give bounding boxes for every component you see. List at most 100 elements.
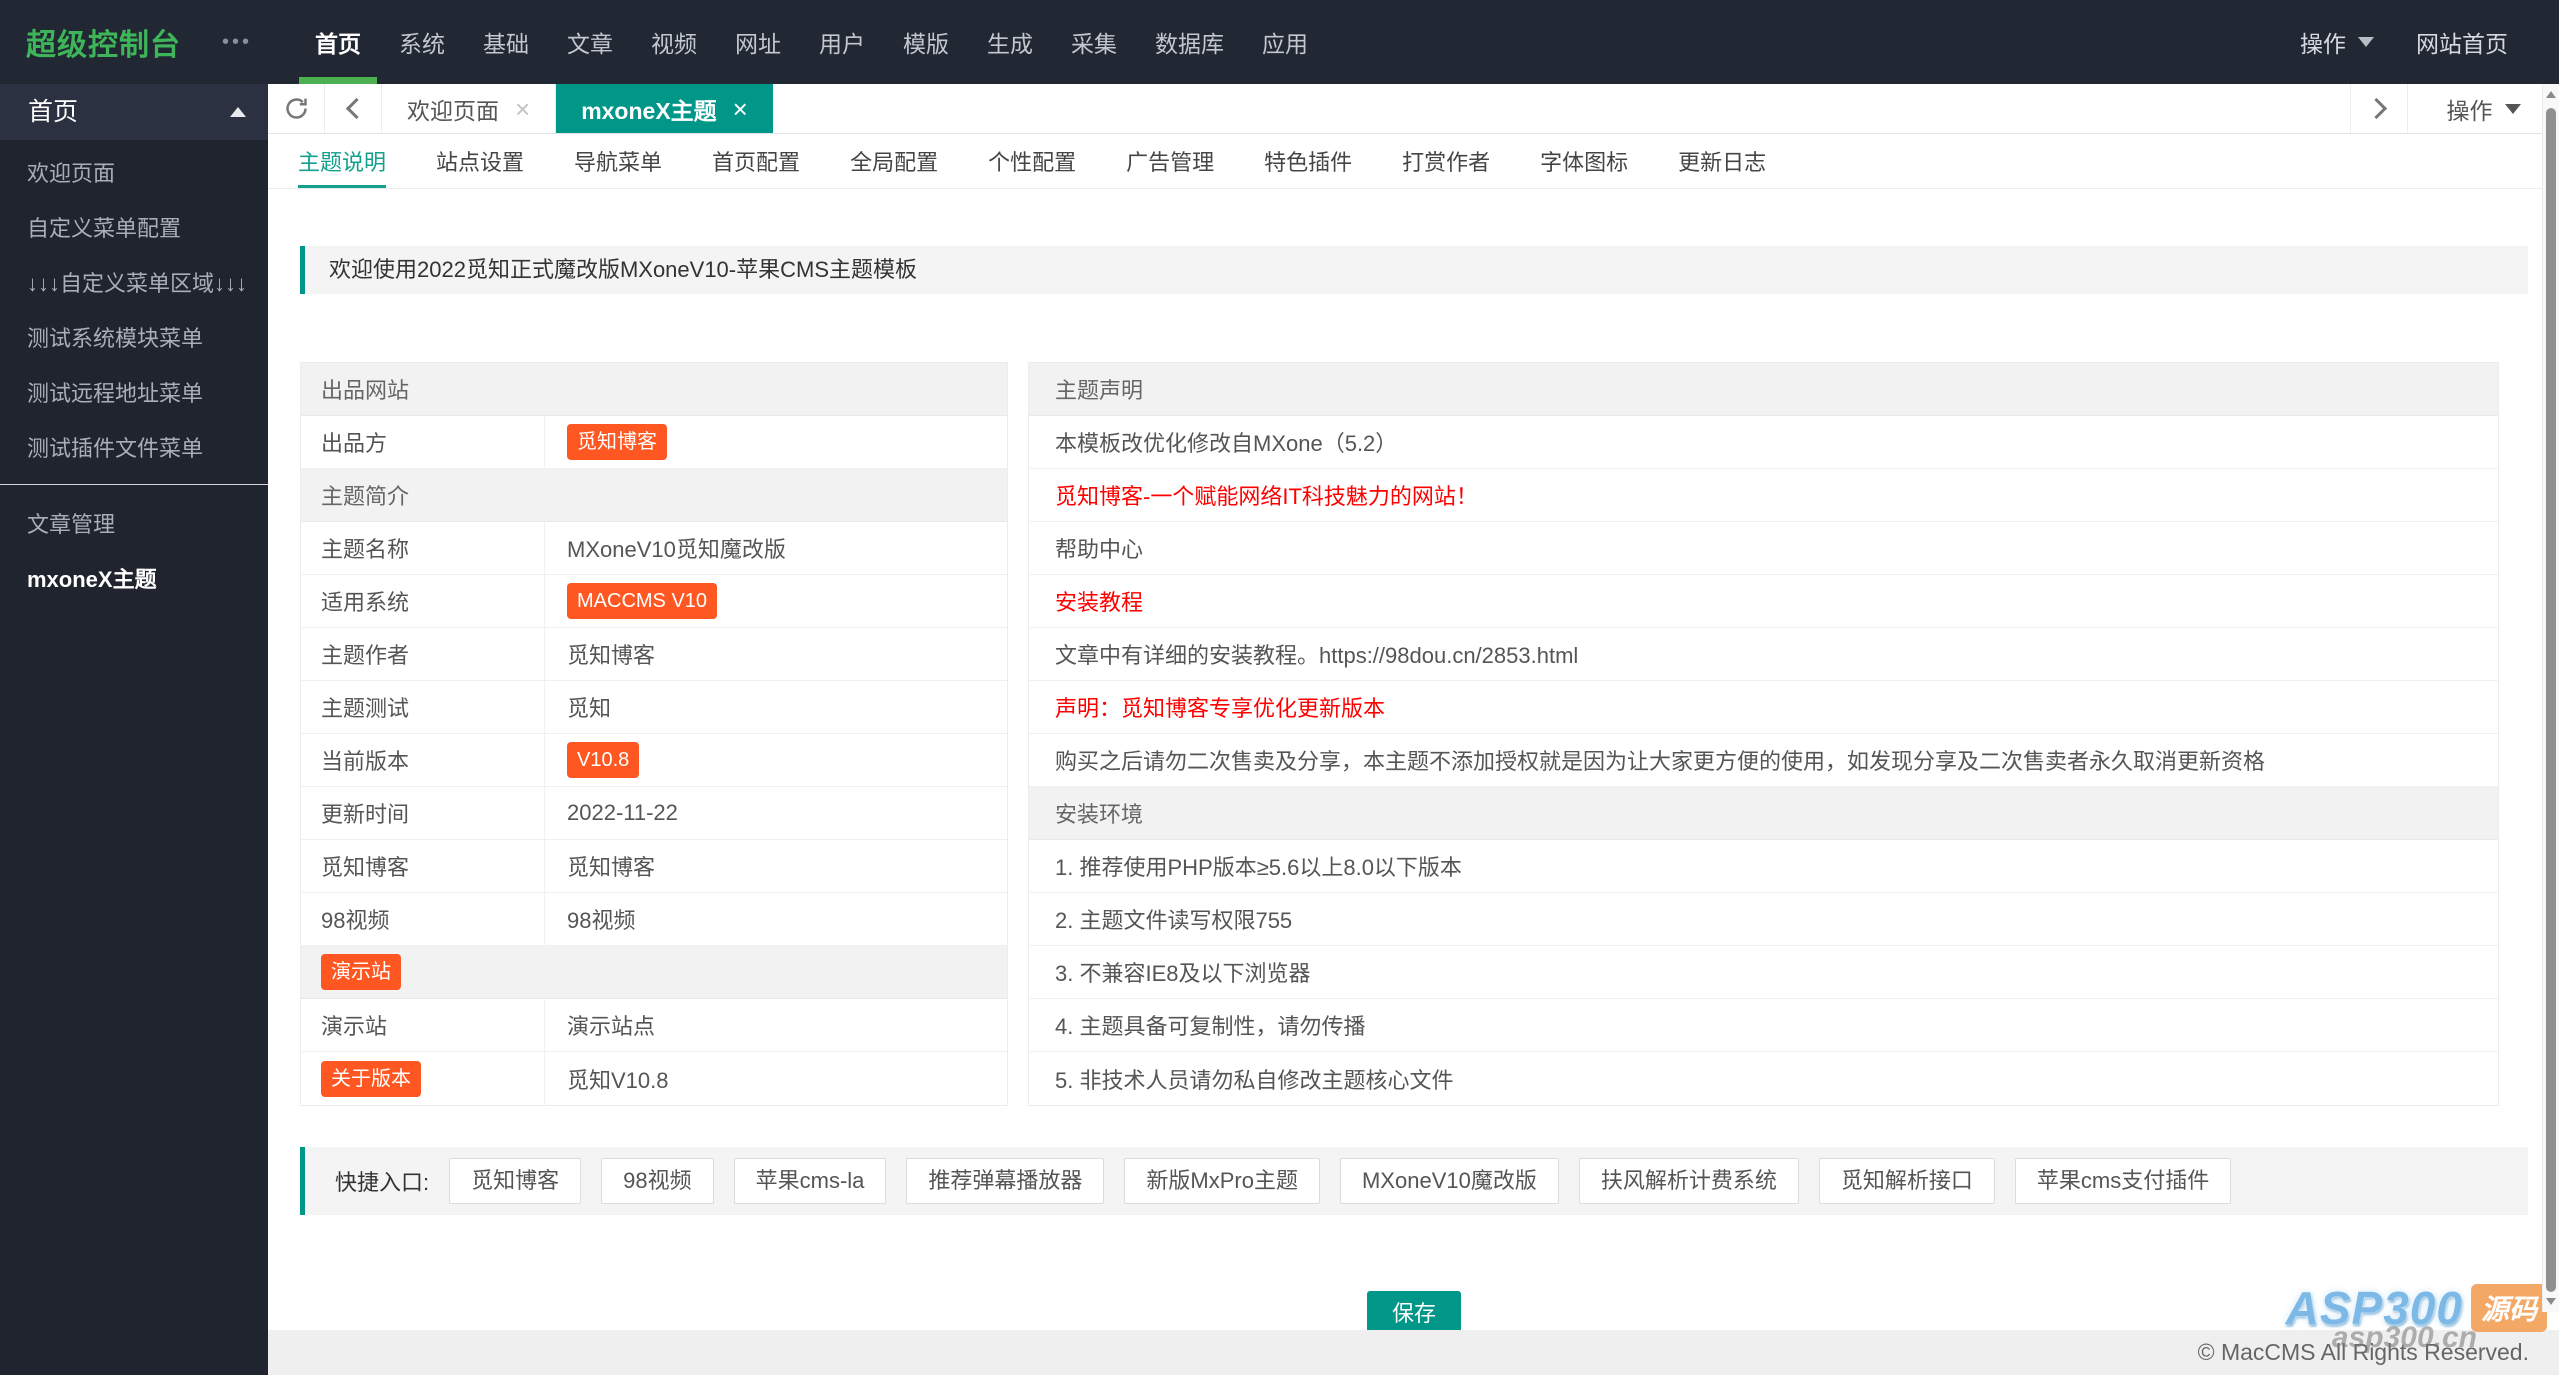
top-menu-item[interactable]: 模版 (884, 0, 968, 84)
sidebar-group-home[interactable]: 首页 (0, 84, 268, 140)
row-label-cell: 主题作者 (301, 628, 545, 680)
tab-label: mxoneX主题 (581, 97, 717, 124)
top-menu-item[interactable]: 基础 (464, 0, 548, 84)
sidebar-item[interactable]: 测试系统模块菜单 (0, 311, 268, 366)
top-menu-item[interactable]: 生成 (968, 0, 1052, 84)
quick-link-button[interactable]: 觅知博客 (449, 1158, 582, 1204)
row-value-cell: 觅知V10.8 (545, 1063, 1007, 1095)
top-menu-item[interactable]: 网址 (716, 0, 800, 84)
site-home-link[interactable]: 网站首页 (2416, 25, 2508, 59)
sidebar-item[interactable]: 测试插件文件菜单 (0, 421, 268, 476)
sidebar-item[interactable]: 欢迎页面 (0, 146, 268, 201)
table-row: 更新时间 2022-11-22 (301, 787, 1007, 840)
top-menu-item[interactable]: 首页 (296, 0, 380, 84)
row-label: 觅知博客 (321, 855, 410, 880)
value-badge: 觅知博客 (567, 424, 667, 460)
table-row: 觅知博客 觅知博客 (301, 840, 1007, 893)
row-value: 觅知博客 (567, 855, 656, 880)
quick-links-label: 快捷入口: (335, 1170, 430, 1195)
sidebar-group-title: 首页 (28, 98, 79, 126)
top-menu-item[interactable]: 系统 (380, 0, 464, 84)
table-row: 觅知博客-一个赋能网络IT科技魅力的网站！ (1029, 469, 2498, 522)
row-value-cell: 觅知博客 (545, 638, 1007, 670)
sidebar-item[interactable]: mxoneX主题 (0, 552, 268, 607)
quick-link-button[interactable]: 新版MxPro主题 (1124, 1158, 1320, 1204)
table-row: 帮助中心 (1029, 522, 2498, 575)
table-row: 安装教程 (1029, 575, 2498, 628)
tab-欢迎页面[interactable]: 欢迎页面 × (382, 84, 557, 133)
row-label-cell: 出品方 (301, 416, 545, 468)
table-section-row: 主题简介 (301, 469, 1007, 522)
table-row: 适用系统 MACCMS V10 (301, 575, 1007, 628)
subtab-item[interactable]: 特色插件 (1264, 134, 1352, 188)
sidebar-item[interactable]: 自定义菜单配置 (0, 201, 268, 256)
sidebar-item[interactable]: 测试远程地址菜单 (0, 366, 268, 421)
tab-close-icon[interactable]: × (515, 96, 530, 122)
row-label: 演示站 (321, 1014, 388, 1039)
row-label: 主题作者 (321, 643, 410, 668)
quick-link-button[interactable]: 觅知解析接口 (1818, 1158, 1995, 1204)
topbar-action-dropdown[interactable]: 操作 (2300, 25, 2374, 59)
top-menu-item[interactable]: 用户 (800, 0, 884, 84)
value-badge: V10.8 (567, 742, 640, 778)
sidebar-item[interactable]: ↓↓↓自定义菜单区域↓↓↓ (0, 256, 268, 311)
vertical-scrollbar[interactable] (2542, 84, 2559, 1312)
table-row: 当前版本 V10.8 (301, 734, 1007, 787)
refresh-button[interactable] (268, 84, 325, 133)
subtab-item[interactable]: 导航菜单 (574, 134, 662, 188)
top-menu-item[interactable]: 应用 (1243, 0, 1327, 84)
chevron-up-icon (230, 107, 246, 117)
tabbar-spacer (773, 84, 2350, 133)
subtab-item[interactable]: 更新日志 (1678, 134, 1766, 188)
subtab-item[interactable]: 首页配置 (712, 134, 800, 188)
row-value: 觅知 (567, 696, 612, 721)
tab-close-icon[interactable]: × (733, 96, 748, 122)
row-label: 98视频 (321, 908, 390, 933)
row-value-cell: 觅知博客 (545, 850, 1007, 882)
subtab-item[interactable]: 主题说明 (298, 134, 387, 188)
table-row: 主题测试 觅知 (301, 681, 1007, 734)
quick-link-button[interactable]: MXoneV10魔改版 (1339, 1158, 1559, 1204)
quick-link-button[interactable]: 苹果cms-la (733, 1158, 887, 1204)
row-label: 主题测试 (321, 696, 410, 721)
sidebar-collapse-icon[interactable]: ••• (222, 31, 268, 54)
quick-link-button[interactable]: 98视频 (601, 1158, 714, 1204)
subtab-item[interactable]: 打赏作者 (1402, 134, 1490, 188)
sidebar-item[interactable]: 文章管理 (0, 497, 268, 552)
quick-link-button[interactable]: 苹果cms支付插件 (2014, 1158, 2232, 1204)
subtab-item[interactable]: 站点设置 (436, 134, 524, 188)
theme-subtabs: 主题说明 站点设置 导航菜单 首页配置 全局配置 个性配置 广告管理 特色插件 打赏作者 字体图标… (268, 134, 2559, 189)
tabs-scroll-right-button[interactable] (2350, 84, 2407, 133)
subtab-item[interactable]: 个性配置 (988, 134, 1076, 188)
scrollbar-down-button[interactable] (2543, 1293, 2559, 1310)
top-menu-item[interactable]: 文章 (548, 0, 632, 84)
top-menu-item[interactable]: 采集 (1052, 0, 1136, 84)
subtab-item[interactable]: 全局配置 (850, 134, 938, 188)
page-content: 欢迎使用2022觅知正式魔改版MXoneV10-苹果CMS主题模板 出品网站 出品… (268, 189, 2559, 1337)
subtab-item[interactable]: 广告管理 (1126, 134, 1214, 188)
scroll-up-icon (2546, 91, 2556, 98)
tabs-scroll-left-button[interactable] (325, 84, 382, 133)
top-menu-item[interactable]: 视频 (632, 0, 716, 84)
table-row: 5. 非技术人员请勿私自修改主题核心文件 (1055, 1067, 1454, 1093)
row-label-cell: 适用系统 (301, 575, 545, 627)
theme-info-table: 出品网站 出品方 觅知博客 主题简介 主题名称 MXoneV10觅知魔改版 适用系统 MACC… (300, 362, 1008, 1106)
top-menu-item[interactable]: 数据库 (1136, 0, 1243, 84)
row-value: 觅知V10.8 (567, 1067, 669, 1093)
app-logo: 超级控制台 (26, 29, 181, 62)
row-value-cell: MACCMS V10 (545, 583, 1007, 619)
subtab-item[interactable]: 字体图标 (1540, 134, 1628, 188)
chevron-down-icon (2358, 37, 2374, 47)
row-value-cell: 演示站点 (545, 1009, 1007, 1041)
tab-action-dropdown[interactable]: 操作 (2407, 84, 2559, 133)
value-badge: MACCMS V10 (567, 583, 718, 619)
tab-mxoneX主题[interactable]: mxoneX主题 × (556, 84, 773, 133)
row-value-cell: 觅知博客 (545, 424, 1007, 460)
quick-link-button[interactable]: 扶风解析计费系统 (1578, 1158, 1799, 1204)
row-value: 演示站点 (567, 1014, 656, 1039)
row-label: 主题名称 (321, 537, 410, 562)
scrollbar-thumb[interactable] (2546, 108, 2556, 1292)
scrollbar-up-button[interactable] (2543, 86, 2559, 103)
quick-link-button[interactable]: 推荐弹幕播放器 (906, 1158, 1105, 1204)
refresh-icon (285, 98, 307, 119)
